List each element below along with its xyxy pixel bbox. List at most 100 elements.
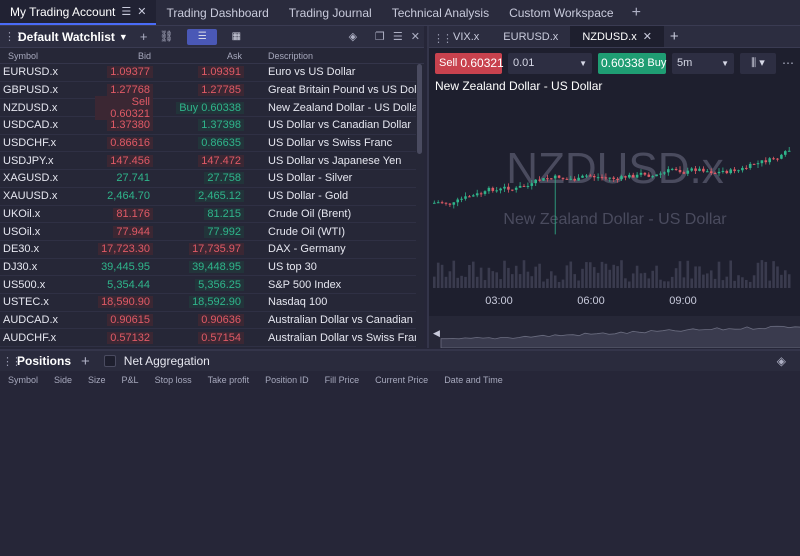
- checkbox[interactable]: [103, 355, 116, 367]
- ask-cell[interactable]: 1.37398: [157, 119, 248, 132]
- ask-cell[interactable]: 5,356.25: [157, 278, 248, 291]
- bid-cell[interactable]: 77.944: [95, 225, 157, 238]
- ask-cell[interactable]: 1.09391: [157, 66, 248, 79]
- ask-cell[interactable]: 0.90636: [157, 313, 248, 326]
- watchlist-row[interactable]: USDJPY.x 147.456 147.472 US Dollar vs Japan…: [0, 152, 416, 171]
- watchlist-row[interactable]: DJ30.x 39,445.95 39,448.95 US top 30: [0, 259, 416, 277]
- watchlist-row[interactable]: USTEC.x 18,590.90 18,592.90 Nasdaq 100: [0, 294, 416, 312]
- more-icon[interactable]: ⋯: [782, 56, 794, 70]
- bid-cell[interactable]: 0.57132: [95, 331, 157, 344]
- ask-cell[interactable]: 81.215: [157, 207, 248, 220]
- bid-cell[interactable]: 0.90615: [95, 313, 157, 326]
- ask-cell[interactable]: 0.57154: [157, 331, 248, 344]
- col-ask[interactable]: Ask: [157, 51, 248, 61]
- bid-cell[interactable]: 1.27768: [95, 84, 157, 97]
- drag-handle-icon[interactable]: ⋮⋮: [4, 30, 24, 43]
- bid-cell[interactable]: 81.176: [95, 207, 157, 220]
- positions-column[interactable]: P&L: [122, 375, 139, 385]
- col-symbol[interactable]: Symbol: [0, 51, 95, 61]
- chart-tab-nzdusd[interactable]: NZDUSD.x ✕: [570, 26, 664, 47]
- scroll-left-icon[interactable]: ◀: [433, 328, 440, 338]
- watchlist-row[interactable]: EURUSD.x 1.09377 1.09391 Euro vs US Dollar: [0, 64, 416, 82]
- link-icon[interactable]: ⛓: [159, 30, 173, 43]
- menu-icon[interactable]: ☰: [393, 30, 403, 43]
- positions-column[interactable]: Current Price: [375, 375, 428, 385]
- bid-cell[interactable]: 1.09377: [95, 66, 157, 79]
- ask-cell[interactable]: Buy 0.60338: [157, 101, 248, 114]
- ask-cell[interactable]: 27.758: [157, 172, 248, 185]
- ask-cell[interactable]: 77.992: [157, 225, 248, 238]
- close-icon[interactable]: ✕: [137, 5, 146, 18]
- ask-cell[interactable]: 18,592.90: [157, 296, 248, 309]
- ask-cell[interactable]: 147.472: [157, 154, 248, 167]
- layout-icon[interactable]: ◈: [777, 354, 786, 368]
- bid-cell[interactable]: 2,464.70: [95, 190, 157, 202]
- menu-icon[interactable]: ☰: [121, 5, 131, 18]
- col-bid[interactable]: Bid: [95, 51, 157, 61]
- close-icon[interactable]: ✕: [643, 30, 652, 43]
- bid-cell[interactable]: 1.37380: [95, 119, 157, 132]
- watchlist-row[interactable]: UKOil.x 81.176 81.215 Crude Oil (Brent): [0, 206, 416, 224]
- popout-icon[interactable]: ❐: [375, 30, 385, 43]
- tab-positions[interactable]: Positions: [17, 354, 71, 368]
- workspace-tab-trading-dashboard[interactable]: Trading Dashboard: [156, 0, 278, 25]
- bid-cell[interactable]: 27.741: [95, 172, 157, 184]
- ask-cell[interactable]: 1.27785: [157, 84, 248, 97]
- workspace-tab-technical-analysis[interactable]: Technical Analysis: [382, 0, 499, 25]
- watchlist-row[interactable]: DE30.x 17,723.30 17,735.97 DAX - Germany: [0, 241, 416, 259]
- net-aggregation-toggle[interactable]: Net Aggregation: [103, 354, 210, 368]
- chart-tab-eurusd[interactable]: EURUSD.x: [491, 26, 570, 47]
- bid-cell[interactable]: 17,723.30: [95, 243, 157, 256]
- add-workspace-icon[interactable]: +: [624, 0, 649, 25]
- scrollbar[interactable]: [417, 64, 422, 154]
- add-tab-icon[interactable]: +: [81, 353, 90, 370]
- add-symbol-icon[interactable]: +: [140, 29, 148, 44]
- col-description[interactable]: Description: [248, 51, 313, 61]
- sell-button[interactable]: Sell 0.60321: [435, 52, 504, 74]
- ask-cell[interactable]: 2,465.12: [157, 190, 248, 203]
- grid-view-button[interactable]: ▦: [221, 29, 251, 45]
- positions-column[interactable]: Stop loss: [155, 375, 192, 385]
- chart-type-select[interactable]: ⫼ ▾: [740, 52, 776, 74]
- quantity-select[interactable]: 0.01 ▼: [508, 52, 592, 74]
- close-icon[interactable]: ✕: [411, 30, 420, 43]
- positions-column[interactable]: Take profit: [208, 375, 250, 385]
- chevron-down-icon[interactable]: ▼: [119, 32, 128, 42]
- layout-icon[interactable]: ◈: [349, 30, 357, 43]
- watchlist-row[interactable]: XAGUSD.x 27.741 27.758 US Dollar - Silver: [0, 170, 416, 188]
- buy-button[interactable]: 0.60338 Buy: [598, 52, 666, 74]
- watchlist-row[interactable]: USDCAD.x 1.37380 1.37398 US Dollar vs Canad…: [0, 117, 416, 135]
- watchlist-row[interactable]: USOil.x 77.944 77.992 Crude Oil (WTI): [0, 223, 416, 241]
- ask-cell[interactable]: 39,448.95: [157, 260, 248, 273]
- ask-cell[interactable]: 0.86635: [157, 137, 248, 150]
- positions-column[interactable]: Position ID: [265, 375, 309, 385]
- bid-cell[interactable]: 147.456: [95, 154, 157, 167]
- watchlist-row[interactable]: US500.x 5,354.44 5,356.25 S&P 500 Index: [0, 276, 416, 294]
- timeframe-select[interactable]: 5m ▼: [672, 52, 734, 74]
- watchlist-row[interactable]: GBPUSD.x 1.27768 1.27785 Great Britain Poun…: [0, 82, 416, 100]
- watchlist-row[interactable]: AUDCAD.x 0.90615 0.90636 Australian Dollar …: [0, 312, 416, 330]
- drag-handle-icon[interactable]: ⋮⋮: [429, 26, 453, 47]
- drag-handle-icon[interactable]: ⋮⋮: [2, 355, 22, 368]
- bid-cell[interactable]: 0.86616: [95, 137, 157, 150]
- add-chart-icon[interactable]: +: [664, 26, 685, 47]
- bid-cell[interactable]: Sell 0.60321: [95, 95, 157, 120]
- workspace-tab-custom-workspace[interactable]: Custom Workspace: [499, 0, 623, 25]
- workspace-tab-my-trading-account[interactable]: My Trading Account ☰ ✕: [0, 0, 157, 25]
- price-chart[interactable]: New Zealand Dollar - US Dollar NZDUSD.x …: [429, 78, 800, 348]
- watchlist-row[interactable]: AUDCHF.x 0.57132 0.57154 Australian Dollar …: [0, 329, 416, 347]
- workspace-tab-trading-journal[interactable]: Trading Journal: [279, 0, 382, 25]
- positions-column[interactable]: Symbol: [8, 375, 38, 385]
- ask-cell[interactable]: 17,735.97: [157, 243, 248, 256]
- bid-cell[interactable]: 18,590.90: [95, 296, 157, 309]
- bid-cell[interactable]: 39,445.95: [95, 261, 157, 273]
- positions-column[interactable]: Fill Price: [325, 375, 360, 385]
- positions-column[interactable]: Side: [54, 375, 72, 385]
- watchlist-title[interactable]: Default Watchlist: [18, 30, 115, 44]
- positions-column[interactable]: Size: [88, 375, 106, 385]
- list-view-button[interactable]: ☰: [187, 28, 218, 45]
- chart-tab-vix[interactable]: VIX.x: [441, 26, 491, 47]
- positions-column[interactable]: Date and Time: [444, 375, 503, 385]
- watchlist-row[interactable]: NZDUSD.x Sell 0.60321 Buy 0.60338 New Zeala…: [0, 95, 416, 120]
- watchlist-row[interactable]: XAUUSD.x 2,464.70 2,465.12 US Dollar - Gold: [0, 188, 416, 206]
